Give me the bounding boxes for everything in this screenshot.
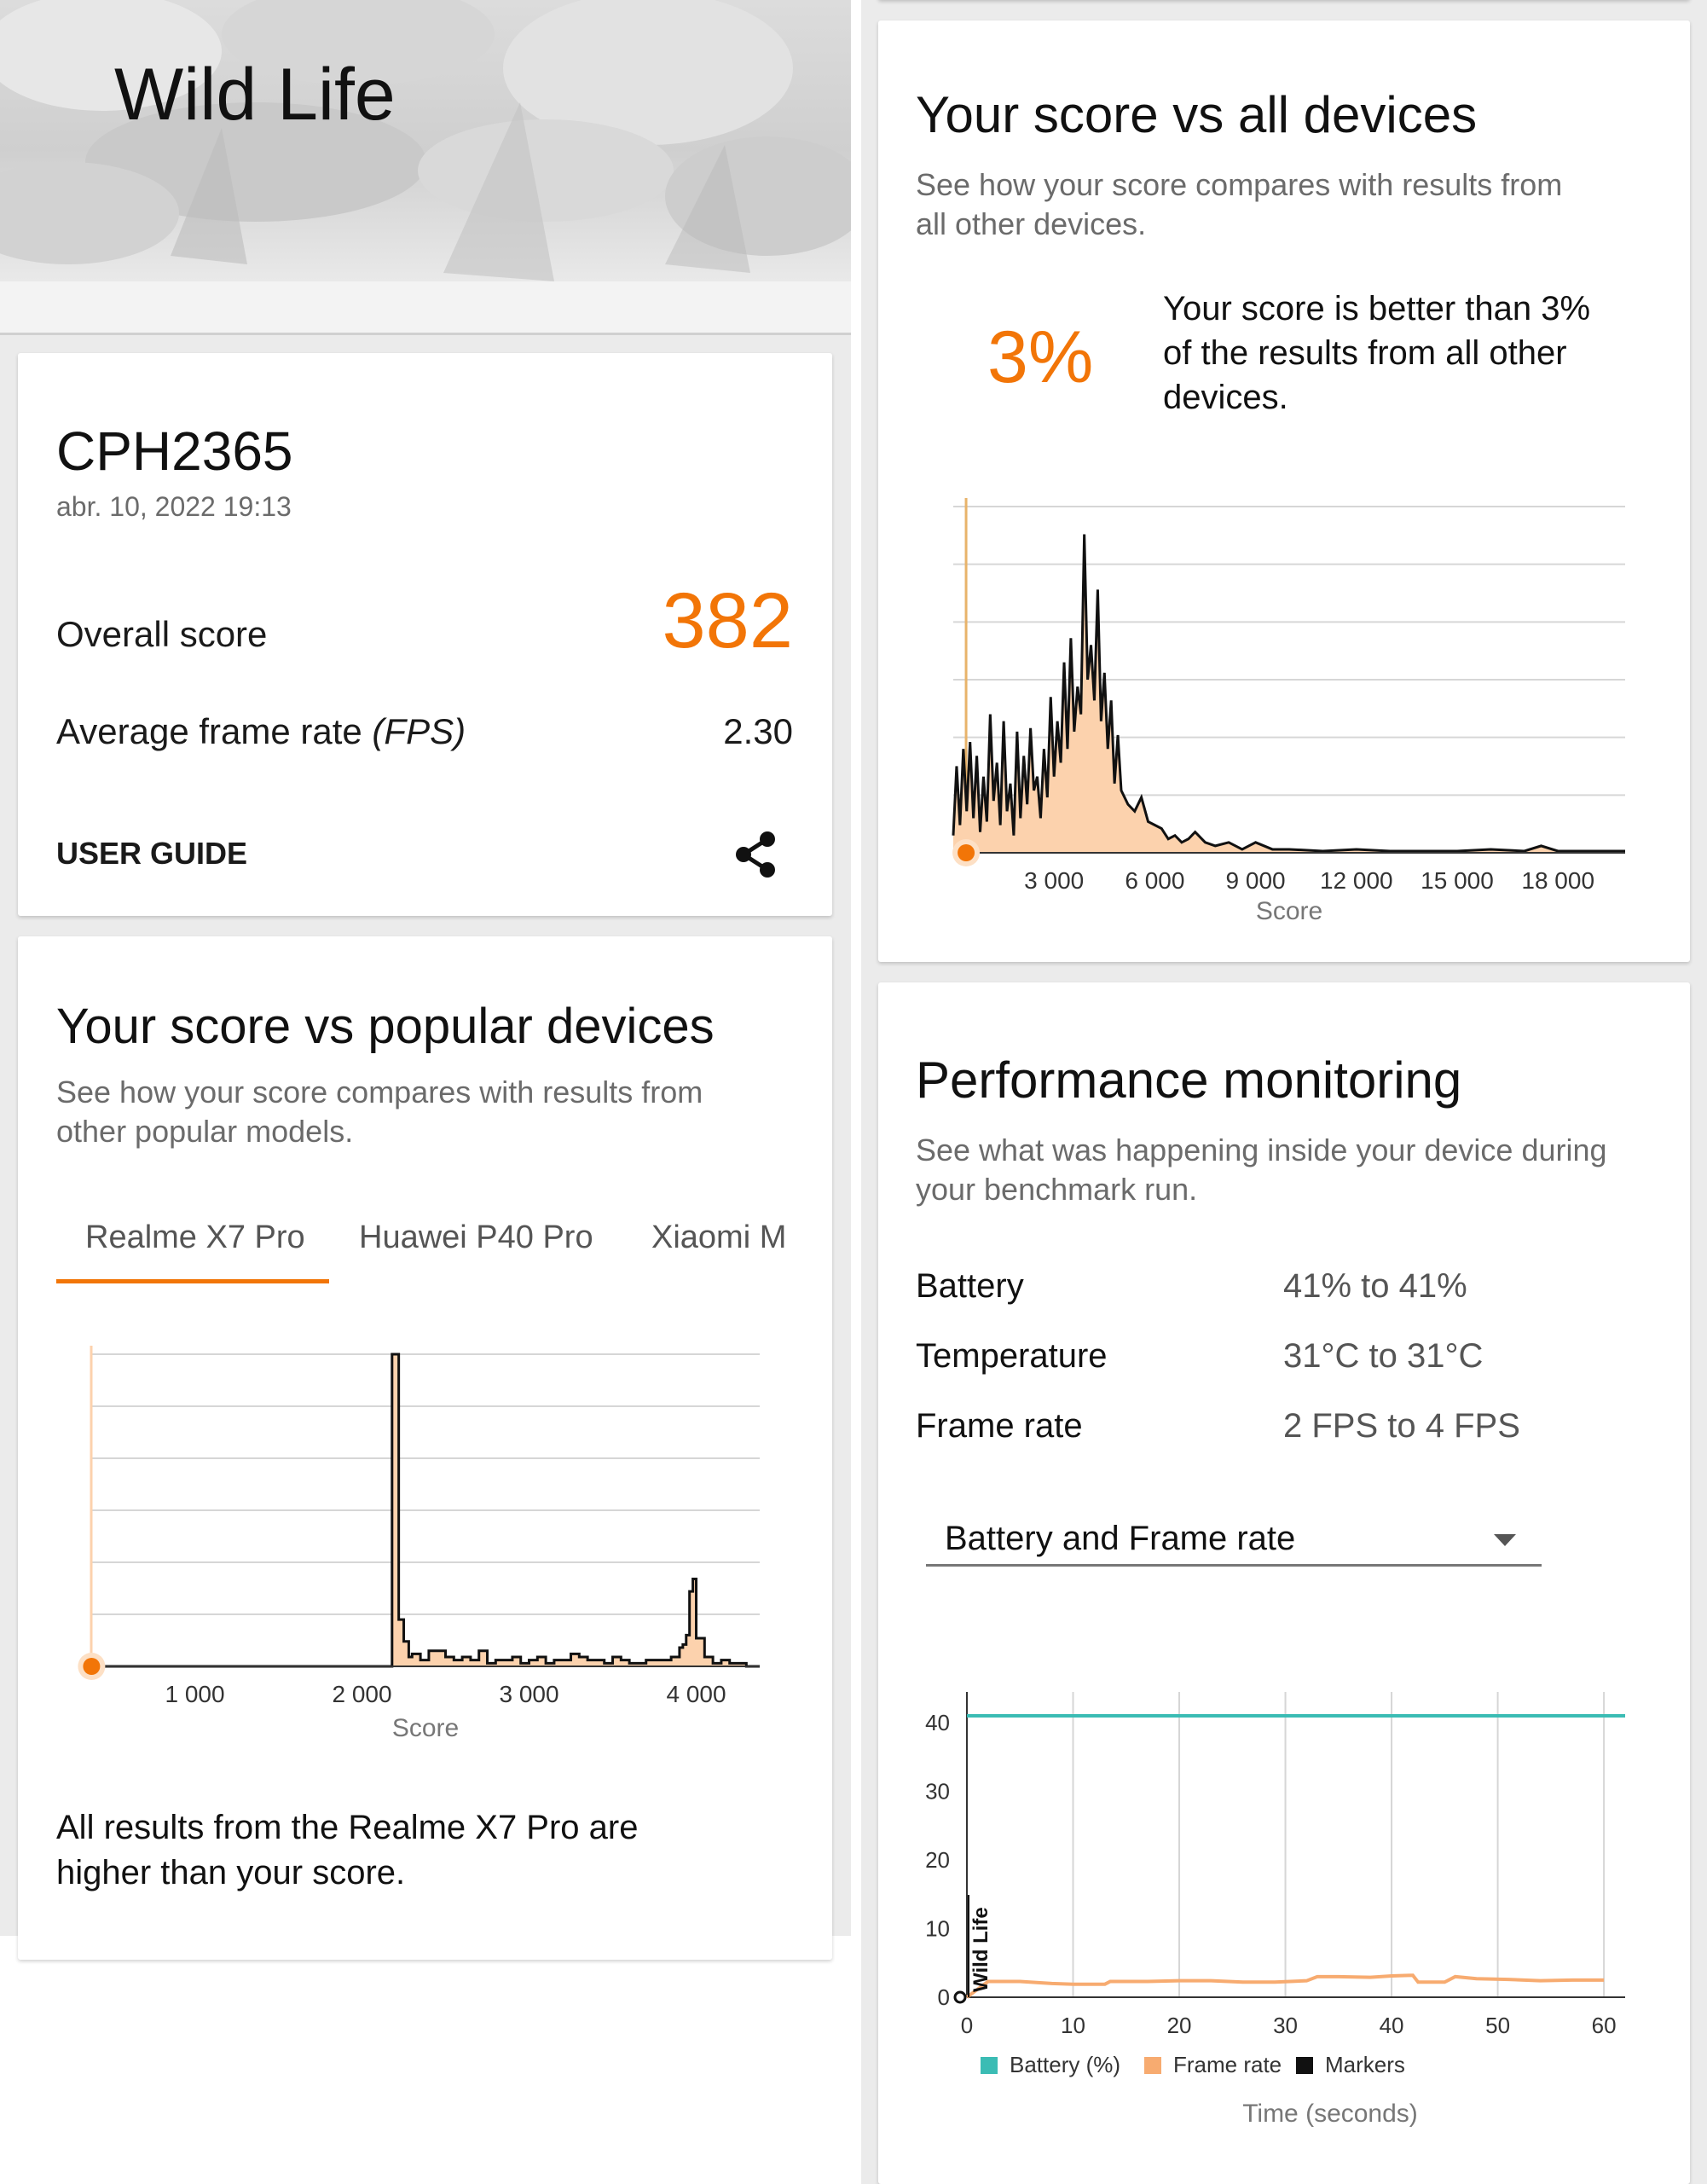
user-guide-link[interactable]: USER GUIDE bbox=[56, 836, 247, 872]
perf-row-framerate-label: Frame rate bbox=[916, 1407, 1083, 1445]
y-tick-label: 10 bbox=[925, 1916, 950, 1942]
marker-label: Wild Life bbox=[969, 1907, 992, 1992]
hero-rock-texture bbox=[0, 0, 851, 333]
popular-footer-line2: higher than your score. bbox=[56, 1854, 406, 1891]
y-tick-label: 40 bbox=[925, 1710, 950, 1735]
x-tick-label: 15 000 bbox=[1421, 867, 1494, 894]
performance-chart: 0 10 20 30 40 0 10 20 30 40 50 60 Wild Life Battery (… bbox=[925, 1692, 1625, 2128]
tab-huawei-p40-pro[interactable]: Huawei P40 Pro bbox=[359, 1219, 593, 1256]
x-tick-label: 3 000 bbox=[1024, 867, 1084, 894]
performance-title: Performance monitoring bbox=[916, 1051, 1462, 1109]
all-devices-card: Your score vs all devices See how your s… bbox=[878, 20, 1690, 962]
x-axis-label: Score bbox=[1256, 897, 1322, 925]
popular-subtitle-line2: other popular models. bbox=[56, 1114, 354, 1149]
x-axis-label: Time (seconds) bbox=[1242, 2100, 1418, 2128]
alldevices-subtitle-line2: all other devices. bbox=[916, 206, 1147, 241]
percentile-desc-line3: devices. bbox=[1163, 379, 1288, 416]
x-tick-label: 18 000 bbox=[1521, 867, 1594, 894]
x-tick-label: 20 bbox=[1167, 2013, 1192, 2038]
average-frame-rate-value: 2.30 bbox=[723, 711, 793, 751]
legend-swatch bbox=[981, 2057, 998, 2074]
popular-title: Your score vs popular devices bbox=[56, 999, 715, 1054]
legend-label: Battery (%) bbox=[1010, 2052, 1120, 2077]
alldevices-subtitle-line1: See how your score compares with results… bbox=[916, 167, 1563, 202]
alldevices-title: Your score vs all devices bbox=[916, 86, 1478, 143]
tab-realme-x7-pro[interactable]: Realme X7 Pro bbox=[85, 1219, 305, 1256]
result-timestamp: abr. 10, 2022 19:13 bbox=[56, 491, 292, 522]
x-tick-label: 3 000 bbox=[499, 1681, 558, 1707]
x-tick-label: 4 000 bbox=[666, 1681, 726, 1707]
perf-row-battery-value: 41% to 41% bbox=[1283, 1267, 1467, 1305]
y-tick-label: 0 bbox=[938, 1984, 950, 2010]
share-icon[interactable] bbox=[730, 829, 781, 880]
x-tick-label: 2 000 bbox=[332, 1681, 391, 1707]
right-column: Your score vs all devices See how your s… bbox=[861, 0, 1707, 2184]
perf-row-temperature-label: Temperature bbox=[916, 1337, 1108, 1375]
hero-divider bbox=[0, 333, 851, 335]
popular-subtitle-line1: See how your score compares with results… bbox=[56, 1075, 703, 1109]
chart-type-dropdown[interactable]: Battery and Frame rate bbox=[926, 1504, 1542, 1567]
y-tick-label: 30 bbox=[925, 1779, 950, 1805]
hero-banner: Wild Life bbox=[0, 0, 851, 333]
x-tick-label: 50 bbox=[1485, 2013, 1510, 2038]
percentile-desc-line2: of the results from all other bbox=[1163, 334, 1567, 372]
overall-score-label: Overall score bbox=[56, 614, 268, 654]
y-tick-label: 20 bbox=[925, 1847, 950, 1873]
x-tick-label: 12 000 bbox=[1320, 867, 1393, 894]
hero-title: Wild Life bbox=[114, 54, 396, 136]
x-tick-label: 6 000 bbox=[1125, 867, 1184, 894]
average-frame-rate-label: Average frame rate (FPS) bbox=[56, 711, 466, 752]
distribution-area bbox=[953, 534, 1625, 853]
popular-devices-card: Your score vs popular devices See how yo… bbox=[18, 936, 832, 1960]
legend-swatch bbox=[1144, 2057, 1161, 2074]
x-tick-label: 40 bbox=[1380, 2013, 1404, 2038]
x-tick-label: 10 bbox=[1061, 2013, 1085, 2038]
fps-label-unit: (FPS) bbox=[372, 711, 466, 751]
performance-subtitle-line2: your benchmark run. bbox=[916, 1172, 1198, 1207]
result-card: CPH2365 abr. 10, 2022 19:13 Overall scor… bbox=[18, 353, 832, 916]
percentile-desc-line1: Your score is better than 3% bbox=[1163, 290, 1591, 327]
dropdown-arrow-icon bbox=[1494, 1534, 1516, 1546]
performance-card: Performance monitoring See what was happ… bbox=[878, 982, 1690, 2184]
x-tick-label: 30 bbox=[1273, 2013, 1298, 2038]
x-tick-label: 60 bbox=[1592, 2013, 1617, 2038]
device-name: CPH2365 bbox=[56, 420, 293, 482]
overall-score-value: 382 bbox=[662, 577, 794, 664]
perf-row-temperature-value: 31°C to 31°C bbox=[1283, 1337, 1484, 1375]
x-tick-label: 1 000 bbox=[165, 1681, 224, 1707]
performance-subtitle-line1: See what was happening inside your devic… bbox=[916, 1133, 1607, 1167]
your-score-dot bbox=[958, 844, 975, 861]
legend-label: Frame rate bbox=[1173, 2052, 1282, 2077]
all-devices-chart: 3 000 6 000 9 000 12 000 15 000 18 000 Score bbox=[952, 498, 1625, 925]
percentile-value: 3% bbox=[987, 316, 1094, 398]
popular-devices-chart: 1 000 2 000 3 000 4 000 Score bbox=[78, 1346, 760, 1742]
popular-footer-line1: All results from the Realme X7 Pro are bbox=[56, 1809, 639, 1846]
left-column: Wild Life CPH2365 abr. 10, 2022 19:13 Ov… bbox=[0, 0, 851, 1960]
tab-xiaomi[interactable]: Xiaomi M bbox=[651, 1219, 786, 1256]
legend-swatch bbox=[1296, 2057, 1313, 2074]
x-tick-label: 0 bbox=[961, 2013, 973, 2038]
legend-label: Markers bbox=[1325, 2052, 1405, 2077]
fps-label-prefix: Average frame rate bbox=[56, 711, 373, 751]
x-axis-label: Score bbox=[392, 1714, 459, 1742]
origin-marker bbox=[953, 1990, 967, 2004]
perf-row-battery-label: Battery bbox=[916, 1267, 1024, 1305]
your-score-dot bbox=[83, 1658, 101, 1675]
active-tab-indicator bbox=[56, 1279, 329, 1283]
dropdown-selected-value: Battery and Frame rate bbox=[945, 1520, 1296, 1557]
perf-row-framerate-value: 2 FPS to 4 FPS bbox=[1283, 1407, 1520, 1445]
x-tick-label: 9 000 bbox=[1226, 867, 1286, 894]
